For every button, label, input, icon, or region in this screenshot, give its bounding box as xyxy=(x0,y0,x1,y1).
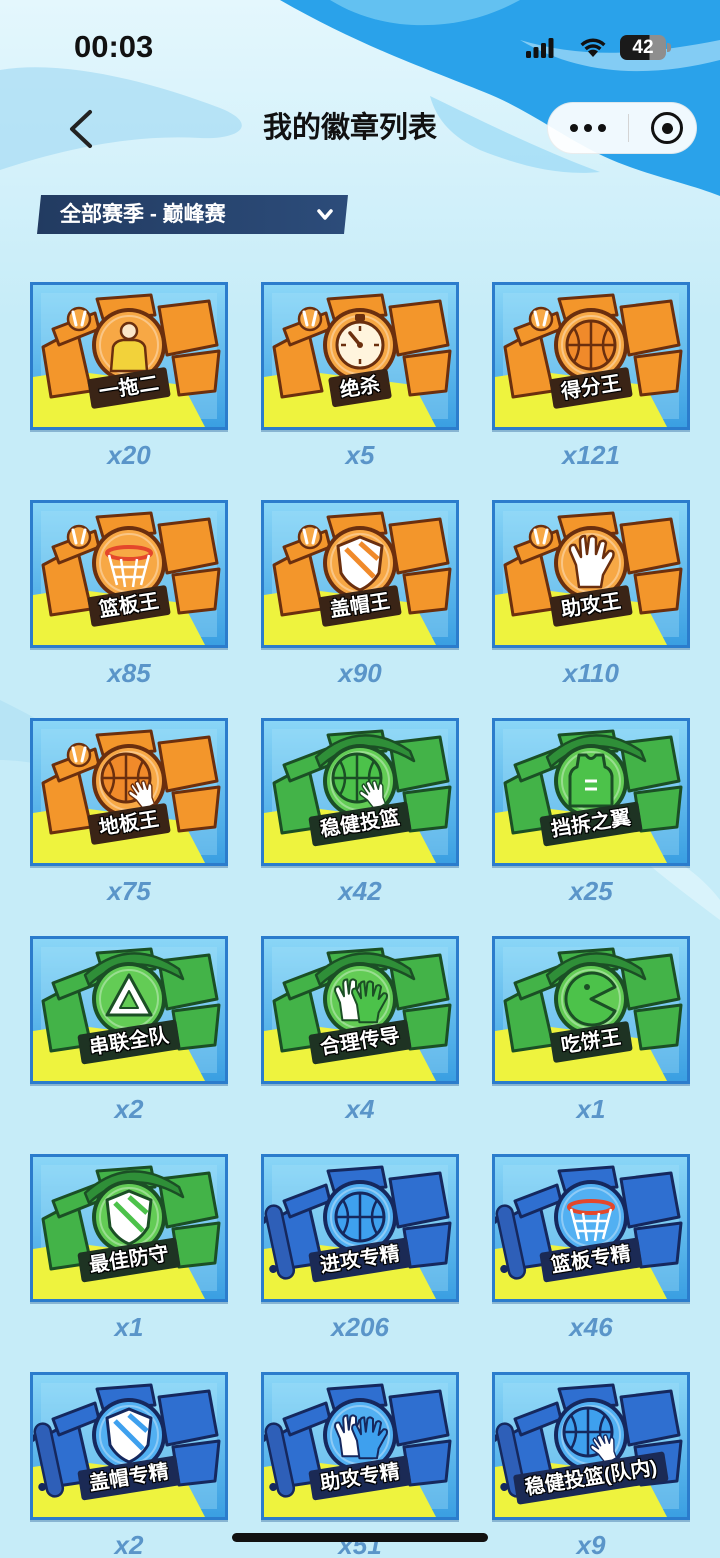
badge-card[interactable]: 合理传导 xyxy=(261,936,459,1084)
target-icon-center xyxy=(661,122,673,134)
badge-artwork xyxy=(33,503,225,645)
victory-hand-icon xyxy=(297,524,323,550)
status-time: 00:03 xyxy=(74,29,154,64)
badge-artwork xyxy=(495,939,687,1081)
victory-hand-icon xyxy=(528,306,554,332)
badge-card[interactable]: 助攻王 xyxy=(492,500,690,648)
signal-icon xyxy=(526,38,554,58)
victory-hand-icon xyxy=(66,742,92,768)
badge-count: x25 xyxy=(569,876,613,906)
badge-card[interactable]: 稳健投篮 xyxy=(261,718,459,866)
home-indicator xyxy=(232,1533,488,1542)
badge-count: x1 xyxy=(576,1094,606,1124)
badge-card[interactable]: 一拖二 xyxy=(30,282,228,430)
season-filter-label: 全部赛季 - 巅峰赛 xyxy=(60,203,226,226)
badge-card[interactable]: 得分王 xyxy=(492,282,690,430)
victory-hand-icon xyxy=(66,306,92,332)
badge-card[interactable]: 稳健投篮(队内) xyxy=(492,1372,690,1520)
badge-card[interactable]: 篮板王 xyxy=(30,500,228,648)
badge-count: x4 xyxy=(345,1094,375,1124)
dot xyxy=(584,124,592,132)
badge-count: x85 xyxy=(107,658,151,688)
badge-count: x9 xyxy=(576,1530,606,1558)
back-button[interactable] xyxy=(60,104,104,154)
badge-artwork xyxy=(33,1375,225,1517)
basketball-icon xyxy=(334,1191,386,1243)
badge-card[interactable]: 最佳防守 xyxy=(30,1154,228,1302)
badge-artwork xyxy=(264,1157,456,1299)
badge-artwork xyxy=(33,285,225,427)
badge-artwork xyxy=(264,1375,456,1517)
badge-artwork xyxy=(264,939,456,1081)
badge-count: x42 xyxy=(338,876,382,906)
badge-artwork xyxy=(264,503,456,645)
wifi-icon xyxy=(580,38,606,57)
badge-grid: 一拖二 x20 绝杀 x5 得分王 x121 篮板王 x85 盖帽王 x90 助… xyxy=(0,282,720,1558)
victory-hand-icon xyxy=(528,524,554,550)
battery-nub xyxy=(667,43,671,52)
mini-program-capsule xyxy=(547,102,697,154)
dot xyxy=(598,124,606,132)
jersey-icon xyxy=(568,753,614,808)
badge-card[interactable]: 挡拆之翼 xyxy=(492,718,690,866)
badge-count: x46 xyxy=(569,1312,613,1342)
badge-card[interactable]: 盖帽专精 xyxy=(30,1372,228,1520)
badge-card[interactable]: 地板王 xyxy=(30,718,228,866)
badge-card[interactable]: 篮板专精 xyxy=(492,1154,690,1302)
badge-artwork xyxy=(33,939,225,1081)
badge-card[interactable]: 串联全队 xyxy=(30,936,228,1084)
victory-hand-icon xyxy=(297,306,323,332)
dot xyxy=(570,124,578,132)
badge-artwork xyxy=(495,721,687,863)
badge-count: x206 xyxy=(331,1312,389,1342)
badge-count: x90 xyxy=(338,658,382,688)
page-title: 我的徽章列表 xyxy=(262,112,437,144)
close-button[interactable] xyxy=(629,103,696,153)
badge-count: x2 xyxy=(114,1094,144,1124)
badge-card[interactable]: 进攻专精 xyxy=(261,1154,459,1302)
battery-icon: 42 xyxy=(620,35,672,60)
badge-artwork xyxy=(33,721,225,863)
badge-count: x20 xyxy=(107,440,151,470)
chevron-left-icon xyxy=(70,110,92,148)
badge-card[interactable]: 吃饼王 xyxy=(492,936,690,1084)
badge-count: x121 xyxy=(562,440,620,470)
badge-card[interactable]: 绝杀 xyxy=(261,282,459,430)
badge-card[interactable]: 盖帽王 xyxy=(261,500,459,648)
battery-level: 42 xyxy=(620,35,666,60)
badge-artwork xyxy=(495,1157,687,1299)
badge-count: x1 xyxy=(114,1312,144,1342)
badge-count: x110 xyxy=(563,658,619,688)
badge-artwork xyxy=(264,285,456,427)
victory-hand-icon xyxy=(66,524,92,550)
badge-count: x2 xyxy=(114,1530,144,1558)
badge-artwork xyxy=(495,285,687,427)
badge-count: x75 xyxy=(107,876,151,906)
badge-card[interactable]: 助攻专精 xyxy=(261,1372,459,1520)
badge-count: x5 xyxy=(345,440,375,470)
chevron-down-icon xyxy=(317,208,333,222)
badge-artwork xyxy=(264,721,456,863)
more-button[interactable] xyxy=(548,103,628,153)
basketball-icon xyxy=(565,319,617,371)
badge-artwork xyxy=(495,503,687,645)
badge-artwork xyxy=(33,1157,225,1299)
season-filter-dropdown[interactable]: 全部赛季 - 巅峰赛 xyxy=(37,195,348,234)
